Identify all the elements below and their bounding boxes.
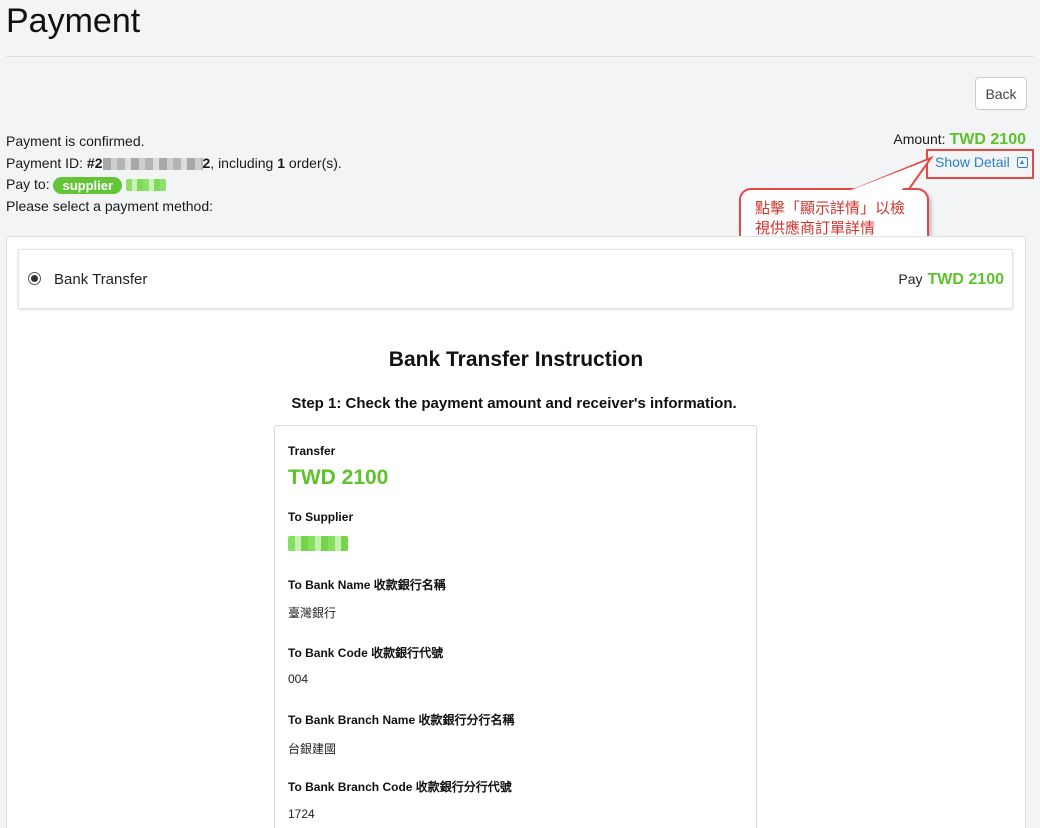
page-title: Payment — [6, 2, 141, 40]
callout-line-1: 點擊「顯示詳情」以檢 — [755, 200, 906, 217]
transfer-label: Transfer — [288, 444, 336, 458]
amount-summary: Amount: TWD 2100 — [893, 131, 1026, 149]
step-1-heading: Step 1: Check the payment amount and rec… — [291, 395, 737, 412]
pay-to-line: Pay to: supplier — [6, 174, 342, 196]
pay-label: Pay — [898, 271, 923, 287]
bank-code-value: 004 — [288, 672, 309, 686]
pay-value: TWD 2100 — [927, 271, 1004, 288]
payment-id-start: #2 — [86, 154, 103, 171]
bank-transfer-label: Bank Transfer — [54, 271, 148, 288]
pay-to-label: Pay to: — [6, 176, 50, 192]
bank-code-label: To Bank Code 收款銀行代號 — [288, 646, 444, 660]
payment-info: Payment is confirmed. Payment ID: #2 2, i… — [6, 131, 342, 217]
confirmed-text: Payment is confirmed. — [6, 133, 145, 149]
option-pay-amount: Pay TWD 2100 — [898, 271, 1004, 289]
bank-name-value: 臺灣銀行 — [288, 606, 337, 620]
redacted-id-mask — [102, 157, 203, 170]
title-divider — [6, 56, 1034, 57]
amount-value: TWD 2100 — [949, 131, 1026, 148]
select-method-text: Please select a payment method: — [6, 197, 214, 214]
branch-code-label: To Bank Branch Code 收款銀行分行代號 — [288, 780, 512, 794]
bank-transfer-option[interactable]: Bank Transfer Pay TWD 2100 — [18, 249, 1013, 309]
transfer-amount: TWD 2100 — [288, 466, 389, 489]
redacted-supplier-name — [125, 179, 166, 192]
back-button[interactable]: Back — [975, 77, 1027, 110]
bank-name-label: To Bank Name 收款銀行名稱 — [288, 578, 446, 592]
order-count: 1 — [277, 154, 286, 171]
amount-label: Amount: — [893, 131, 946, 147]
payment-id-line: Payment ID: #2 2, including 1 order(s). — [6, 153, 342, 175]
payment-id-label: Payment ID: — [6, 154, 87, 171]
including-text: , including — [210, 154, 278, 171]
instruction-title: Bank Transfer Instruction — [388, 348, 644, 371]
bank-transfer-radio[interactable] — [28, 272, 41, 285]
supplier-badge: supplier — [53, 176, 123, 194]
order-suffix: order(s). — [285, 154, 342, 171]
branch-code-value: 1724 — [288, 807, 315, 821]
highlight-box — [926, 149, 1034, 179]
branch-name-label: To Bank Branch Name 收款銀行分行名稱 — [288, 713, 515, 727]
redacted-supplier-value — [288, 536, 348, 551]
branch-name-value: 台銀建國 — [288, 742, 337, 756]
supplier-label: To Supplier — [288, 510, 354, 524]
